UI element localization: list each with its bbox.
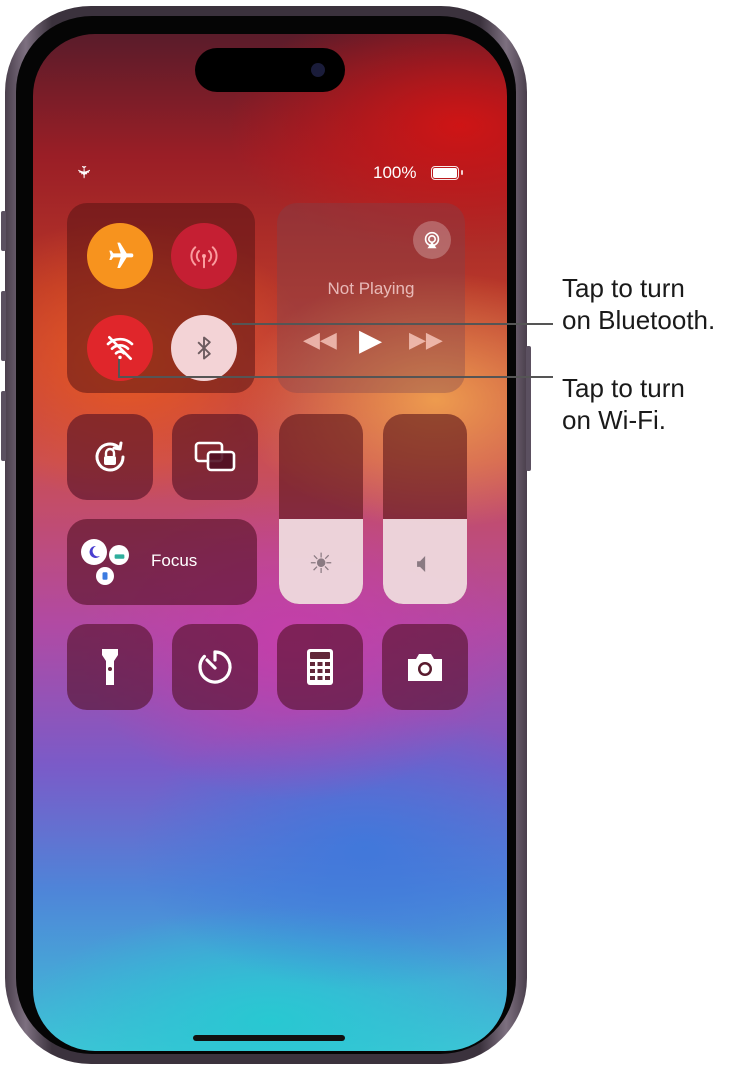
control-center-screen: ✈ 100% Not Playing ◀◀ ▶ ▶▶ ☀ 🔈︎ Focus	[33, 34, 507, 1051]
flashlight-button[interactable]	[67, 624, 153, 710]
bluetooth-callout: Tap to turn on Bluetooth.	[562, 272, 715, 336]
action-button	[1, 211, 6, 251]
iphone-frame: ✈ 100% Not Playing ◀◀ ▶ ▶▶ ☀ 🔈︎ Focus	[1, 6, 531, 1064]
airplay-button[interactable]	[413, 221, 451, 259]
bluetooth-button[interactable]	[171, 315, 237, 381]
wifi-button[interactable]	[87, 315, 153, 381]
battery-icon	[431, 166, 463, 180]
side-button	[526, 346, 531, 471]
volume-up-button	[1, 291, 6, 361]
wifi-off-icon	[106, 336, 134, 360]
wifi-callout-line-vertical	[118, 359, 120, 377]
screen-mirroring-button[interactable]	[172, 414, 258, 500]
brightness-icon: ☀	[308, 548, 334, 579]
wifi-callout-line	[118, 376, 553, 378]
person-icon	[96, 567, 114, 585]
airplay-icon	[424, 231, 440, 249]
bluetooth-callout-line2: on Bluetooth.	[562, 305, 716, 335]
dynamic-island	[195, 48, 345, 92]
flashlight-icon	[102, 649, 118, 685]
previous-track-button[interactable]: ◀◀	[303, 327, 337, 353]
brightness-slider[interactable]: ☀	[279, 414, 363, 604]
camera-icon	[408, 654, 442, 681]
play-button[interactable]: ▶	[359, 323, 382, 358]
calculator-icon	[307, 649, 333, 685]
play-icon: ▶	[359, 324, 383, 357]
volume-slider[interactable]: 🔈︎	[383, 414, 467, 604]
front-camera	[311, 63, 325, 77]
airplane-status-icon: ✈	[74, 164, 94, 180]
moon-icon	[81, 539, 107, 565]
wifi-callout: Tap to turn on Wi-Fi.	[562, 372, 685, 436]
rotation-lock-icon	[95, 441, 125, 472]
connectivity-tile	[67, 203, 255, 393]
fast-forward-icon: ▶▶	[409, 327, 443, 352]
wifi-callout-line1: Tap to turn	[562, 373, 685, 403]
screen-mirroring-icon	[194, 441, 236, 472]
calculator-button[interactable]	[277, 624, 363, 710]
airplane-icon	[109, 242, 134, 268]
timer-button[interactable]	[172, 624, 258, 710]
next-track-button[interactable]: ▶▶	[409, 327, 443, 353]
bed-icon	[109, 545, 129, 565]
home-indicator	[193, 1035, 345, 1041]
rewind-icon: ◀◀	[303, 327, 337, 352]
bluetooth-callout-line	[232, 323, 553, 325]
focus-button[interactable]: Focus	[67, 519, 257, 605]
camera-button[interactable]	[382, 624, 468, 710]
timer-icon	[198, 650, 232, 684]
volume-down-button	[1, 391, 6, 461]
now-playing-status: Not Playing	[327, 279, 415, 298]
airplane-mode-button[interactable]	[87, 223, 153, 289]
cellular-data-button[interactable]	[171, 223, 237, 289]
wifi-callout-line2: on Wi-Fi.	[562, 405, 666, 435]
orientation-lock-button[interactable]	[67, 414, 153, 500]
battery-percent: 100%	[373, 163, 417, 182]
antenna-icon	[190, 246, 218, 269]
focus-label: Focus	[151, 551, 198, 570]
bluetooth-icon	[197, 336, 211, 360]
bluetooth-callout-line1: Tap to turn	[562, 273, 685, 303]
speaker-icon: 🔈︎	[416, 547, 434, 578]
now-playing-tile[interactable]: Not Playing ◀◀ ▶ ▶▶	[277, 203, 465, 393]
